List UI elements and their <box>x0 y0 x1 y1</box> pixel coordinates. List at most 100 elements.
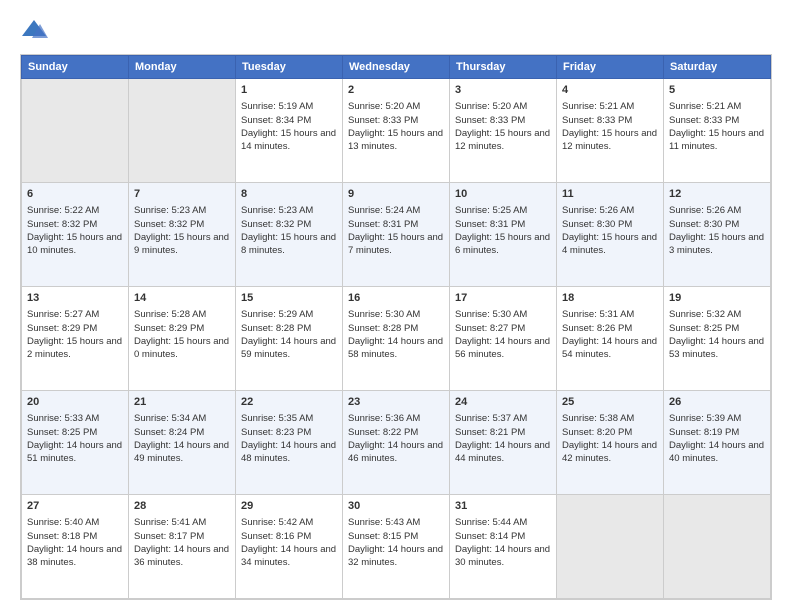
day-number: 25 <box>562 395 658 410</box>
day-number: 13 <box>27 291 123 306</box>
calendar-cell: 17Sunrise: 5:30 AMSunset: 8:27 PMDayligh… <box>450 287 557 391</box>
day-info: Daylight: 15 hours and 13 minutes. <box>348 127 444 154</box>
day-info: Daylight: 14 hours and 42 minutes. <box>562 439 658 466</box>
calendar-cell <box>557 495 664 599</box>
week-row-4: 27Sunrise: 5:40 AMSunset: 8:18 PMDayligh… <box>22 495 771 599</box>
calendar-cell: 24Sunrise: 5:37 AMSunset: 8:21 PMDayligh… <box>450 391 557 495</box>
day-info: Sunset: 8:22 PM <box>348 426 444 439</box>
day-info: Sunrise: 5:43 AM <box>348 516 444 529</box>
day-info: Sunset: 8:32 PM <box>134 218 230 231</box>
day-info: Daylight: 15 hours and 11 minutes. <box>669 127 765 154</box>
day-number: 20 <box>27 395 123 410</box>
day-info: Sunrise: 5:44 AM <box>455 516 551 529</box>
day-number: 27 <box>27 499 123 514</box>
day-info: Daylight: 14 hours and 46 minutes. <box>348 439 444 466</box>
day-info: Sunrise: 5:26 AM <box>669 204 765 217</box>
day-info: Sunrise: 5:41 AM <box>134 516 230 529</box>
day-info: Sunset: 8:23 PM <box>241 426 337 439</box>
day-number: 12 <box>669 187 765 202</box>
day-info: Daylight: 15 hours and 14 minutes. <box>241 127 337 154</box>
day-info: Daylight: 14 hours and 40 minutes. <box>669 439 765 466</box>
day-number: 26 <box>669 395 765 410</box>
week-row-0: 1Sunrise: 5:19 AMSunset: 8:34 PMDaylight… <box>22 79 771 183</box>
day-number: 15 <box>241 291 337 306</box>
day-number: 22 <box>241 395 337 410</box>
calendar-cell: 28Sunrise: 5:41 AMSunset: 8:17 PMDayligh… <box>129 495 236 599</box>
calendar-cell: 1Sunrise: 5:19 AMSunset: 8:34 PMDaylight… <box>236 79 343 183</box>
day-info: Daylight: 14 hours and 38 minutes. <box>27 543 123 570</box>
day-info: Daylight: 14 hours and 44 minutes. <box>455 439 551 466</box>
day-info: Sunrise: 5:40 AM <box>27 516 123 529</box>
week-row-3: 20Sunrise: 5:33 AMSunset: 8:25 PMDayligh… <box>22 391 771 495</box>
day-info: Sunset: 8:27 PM <box>455 322 551 335</box>
day-number: 19 <box>669 291 765 306</box>
day-info: Sunset: 8:18 PM <box>27 530 123 543</box>
calendar-cell: 29Sunrise: 5:42 AMSunset: 8:16 PMDayligh… <box>236 495 343 599</box>
calendar-cell: 23Sunrise: 5:36 AMSunset: 8:22 PMDayligh… <box>343 391 450 495</box>
calendar-cell: 9Sunrise: 5:24 AMSunset: 8:31 PMDaylight… <box>343 183 450 287</box>
day-info: Sunrise: 5:42 AM <box>241 516 337 529</box>
day-info: Sunrise: 5:26 AM <box>562 204 658 217</box>
day-info: Daylight: 15 hours and 4 minutes. <box>562 231 658 258</box>
day-info: Daylight: 15 hours and 9 minutes. <box>134 231 230 258</box>
day-info: Sunset: 8:15 PM <box>348 530 444 543</box>
day-info: Sunrise: 5:27 AM <box>27 308 123 321</box>
day-info: Sunrise: 5:22 AM <box>27 204 123 217</box>
day-info: Daylight: 15 hours and 0 minutes. <box>134 335 230 362</box>
day-number: 23 <box>348 395 444 410</box>
calendar-cell <box>664 495 771 599</box>
day-info: Sunset: 8:19 PM <box>669 426 765 439</box>
col-header-tuesday: Tuesday <box>236 56 343 79</box>
day-info: Sunrise: 5:20 AM <box>348 100 444 113</box>
day-info: Sunrise: 5:21 AM <box>562 100 658 113</box>
col-header-saturday: Saturday <box>664 56 771 79</box>
calendar-cell: 20Sunrise: 5:33 AMSunset: 8:25 PMDayligh… <box>22 391 129 495</box>
day-info: Sunrise: 5:32 AM <box>669 308 765 321</box>
logo <box>20 16 52 44</box>
day-number: 31 <box>455 499 551 514</box>
day-number: 21 <box>134 395 230 410</box>
day-info: Sunset: 8:33 PM <box>348 114 444 127</box>
header <box>20 16 772 44</box>
day-number: 4 <box>562 83 658 98</box>
day-info: Sunset: 8:26 PM <box>562 322 658 335</box>
week-row-2: 13 Sunrise: 5:27 AMSunset: 8:29 PM Dayligh… <box>22 287 771 391</box>
day-number: 18 <box>562 291 658 306</box>
day-number: 11 <box>562 187 658 202</box>
day-info: Sunset: 8:29 PM <box>27 322 123 335</box>
day-info: Daylight: 14 hours and 56 minutes. <box>455 335 551 362</box>
page: SundayMondayTuesdayWednesdayThursdayFrid… <box>0 0 792 612</box>
calendar-cell: 31Sunrise: 5:44 AMSunset: 8:14 PMDayligh… <box>450 495 557 599</box>
day-number: 6 <box>27 187 123 202</box>
day-info: Daylight: 14 hours and 54 minutes. <box>562 335 658 362</box>
calendar-cell: 4Sunrise: 5:21 AMSunset: 8:33 PMDaylight… <box>557 79 664 183</box>
day-number: 1 <box>241 83 337 98</box>
day-number: 30 <box>348 499 444 514</box>
day-number: 9 <box>348 187 444 202</box>
day-info: Sunrise: 5:31 AM <box>562 308 658 321</box>
day-info: Sunset: 8:32 PM <box>241 218 337 231</box>
logo-icon <box>20 16 48 44</box>
day-number: 28 <box>134 499 230 514</box>
day-info: Sunset: 8:34 PM <box>241 114 337 127</box>
day-info: Daylight: 14 hours and 59 minutes. <box>241 335 337 362</box>
calendar-cell: 13Sunrise: 5:27 AMSunset: 8:29 PMDayligh… <box>22 287 129 391</box>
day-info: Sunset: 8:32 PM <box>27 218 123 231</box>
day-info: Sunset: 8:24 PM <box>134 426 230 439</box>
day-info: Sunset: 8:16 PM <box>241 530 337 543</box>
day-number: 3 <box>455 83 551 98</box>
day-info: Daylight: 14 hours and 30 minutes. <box>455 543 551 570</box>
day-info: Sunrise: 5:30 AM <box>455 308 551 321</box>
calendar-cell: 30Sunrise: 5:43 AMSunset: 8:15 PMDayligh… <box>343 495 450 599</box>
col-header-friday: Friday <box>557 56 664 79</box>
day-info: Sunrise: 5:20 AM <box>455 100 551 113</box>
calendar-cell: 14Sunrise: 5:28 AMSunset: 8:29 PMDayligh… <box>129 287 236 391</box>
calendar-cell: 25Sunrise: 5:38 AMSunset: 8:20 PMDayligh… <box>557 391 664 495</box>
day-info: Sunrise: 5:24 AM <box>348 204 444 217</box>
day-info: Daylight: 14 hours and 48 minutes. <box>241 439 337 466</box>
day-info: Sunrise: 5:33 AM <box>27 412 123 425</box>
day-info: Sunrise: 5:21 AM <box>669 100 765 113</box>
day-info: Sunrise: 5:23 AM <box>134 204 230 217</box>
calendar-cell: 3Sunrise: 5:20 AMSunset: 8:33 PMDaylight… <box>450 79 557 183</box>
day-info: Daylight: 15 hours and 7 minutes. <box>348 231 444 258</box>
